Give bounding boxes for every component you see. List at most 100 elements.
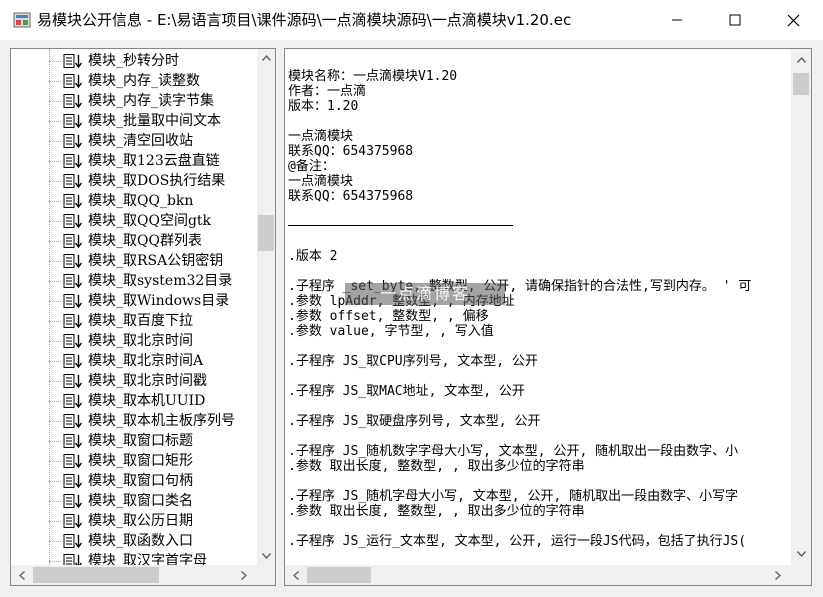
code-text-area[interactable]: 模块名称：一点滴模块V1.20 作者：一点滴 版本：1.20 一点滴模块 联系QQ：65… [285,49,791,565]
function-doc-icon [63,233,85,249]
tree-item[interactable]: 模块_取北京时间A [49,351,203,371]
tree-item-label: 模块_内存_读字节集 [88,93,214,109]
tree-item[interactable]: 模块_取RSA公钥密钥 [49,251,223,271]
title-bar[interactable]: 易模块公开信息 - E:\易语言项目\课件源码\一点滴模块源码\一点滴模块v1.… [0,0,823,40]
tree-item[interactable]: 模块_清空回收站 [49,131,193,151]
chevron-left-icon [293,570,299,580]
tree-item[interactable]: 模块_取本机主板序列号 [49,411,235,431]
function-doc-icon [63,453,85,469]
code-vertical-scrollbar[interactable] [791,49,811,565]
tree-item[interactable]: 模块_取北京时间 [49,331,193,351]
function-doc-icon [63,133,85,149]
scroll-thumb[interactable] [33,567,159,583]
tree-item[interactable]: 模块_取北京时间戳 [49,371,207,391]
chevron-down-icon [261,553,271,559]
scroll-thumb[interactable] [258,215,274,251]
tree-item[interactable]: 模块_取QQ空间gtk [49,211,211,231]
function-doc-icon [63,153,85,169]
code-line: .子程序 JS_随机数字字母大小写, 文本型, 公开, 随机取出一段由数字、小 [288,444,739,459]
tree-item[interactable]: 模块_取百度下拉 [49,311,193,331]
tree-item[interactable]: 模块_取汉字首字母 [49,551,207,565]
tree-item[interactable]: 模块_取窗口矩形 [49,451,193,471]
code-line: .参数 取出长度, 整数型, , 取出多少位的字符串 [288,459,585,474]
tree-item[interactable]: 模块_取窗口标题 [49,431,193,451]
scroll-up-button[interactable] [257,49,275,67]
tree-item-label: 模块_取DOS执行结果 [88,173,226,189]
scrollbar-corner [257,565,275,585]
code-line: .子程序 JS_取CPU序列号, 文本型, 公开 [288,354,538,369]
tree-item-label: 模块_取本机主板序列号 [88,413,235,429]
scroll-down-button[interactable] [792,545,810,563]
tree-item[interactable]: 模块_内存_读字节集 [49,91,214,111]
function-doc-icon [63,273,85,289]
minimize-icon [672,19,682,21]
scroll-left-button[interactable] [13,566,31,584]
function-doc-icon [63,253,85,269]
tree-item[interactable]: 模块_取QQ_bkn [49,191,193,211]
tree-item-label: 模块_取汉字首字母 [88,553,207,565]
function-doc-icon [63,373,85,389]
chevron-up-icon [261,55,271,61]
tree-branch-line [49,480,61,482]
tree-item[interactable]: 模块_取Windows目录 [49,291,229,311]
tree-branch-line [49,280,61,282]
tree-item[interactable]: 模块_取公历日期 [49,511,193,531]
code-line: .参数 value, 字节型, , 写入值 [288,324,494,339]
function-doc-icon [63,213,85,229]
tree-item-label: 模块_取窗口矩形 [88,453,193,469]
tree-item[interactable]: 模块_取函数入口 [49,531,193,551]
tree-item[interactable]: 模块_取QQ群列表 [49,231,202,251]
function-doc-icon [63,433,85,449]
module-tree[interactable]: 模块_秒转分时 模块_内存_读整数模块_内存_读字节集模块_批量取中间文本 模块_清… [10,48,276,586]
tree-item-label: 模块_取窗口句柄 [88,473,193,489]
close-button[interactable] [764,0,822,40]
code-line: 联系QQ：654375968 [288,144,414,159]
function-doc-icon [63,553,85,565]
code-line: 模块名称：一点滴模块V1.20 [288,69,458,84]
tree-list[interactable]: 模块_秒转分时 模块_内存_读整数模块_内存_读字节集模块_批量取中间文本 模块_清… [11,49,257,565]
tree-item[interactable]: 模块_批量取中间文本 [49,111,221,131]
code-line: @备注： [288,159,335,174]
tree-item-label: 模块_取system32目录 [88,273,233,289]
tree-item-label: 模块_取北京时间戳 [88,373,207,389]
function-doc-icon [63,93,85,109]
tree-branch-line [49,420,61,422]
tree-item[interactable]: 模块_取123云盘直链 [49,151,220,171]
maximize-button[interactable] [706,0,764,40]
scroll-left-button[interactable] [287,566,305,584]
scroll-up-button[interactable] [792,51,810,69]
tree-item[interactable]: 模块_取DOS执行结果 [49,171,225,191]
tree-item[interactable]: 模块_取窗口类名 [49,491,193,511]
code-line: 一点滴模块 [288,129,354,144]
tree-item[interactable]: 模块_取窗口句柄 [49,471,193,491]
function-doc-icon [63,73,85,89]
code-line: .版本 2 [288,249,338,264]
tree-item-label: 模块_取QQ空间gtk [88,213,212,229]
scroll-thumb[interactable] [307,567,371,583]
code-line: 作者：一点滴 [288,84,367,99]
tree-branch-line [49,100,61,102]
code-line: 联系QQ：654375968 [288,189,414,204]
tree-branch-line [49,240,61,242]
code-line: 一点滴模块 [288,174,354,189]
chevron-left-icon [19,570,25,580]
tree-item-label: 模块_取Windows目录 [88,293,230,309]
tree-branch-line [49,60,61,62]
function-doc-icon [63,413,85,429]
tree-vertical-scrollbar[interactable] [257,49,275,565]
tree-branch-line [49,380,61,382]
scroll-thumb[interactable] [793,73,809,95]
tree-horizontal-scrollbar[interactable] [11,565,257,585]
scroll-down-button[interactable] [257,547,275,565]
minimize-button[interactable] [648,0,706,40]
scroll-right-button[interactable] [235,566,253,584]
tree-item[interactable]: 模块_内存_读整数 [49,71,200,91]
tree-item-label: 模块_取本机UUID [88,393,206,409]
module-info-view[interactable]: 模块名称：一点滴模块V1.20 作者：一点滴 版本：1.20 一点滴模块 联系QQ：65… [284,48,812,586]
function-doc-icon [63,353,85,369]
tree-item[interactable]: 模块_取本机UUID [49,391,205,411]
tree-item[interactable]: 模块_秒转分时 [49,51,179,71]
tree-item[interactable]: 模块_取system32目录 [49,271,232,291]
code-horizontal-scrollbar[interactable] [285,565,791,585]
scroll-right-button[interactable] [769,566,787,584]
